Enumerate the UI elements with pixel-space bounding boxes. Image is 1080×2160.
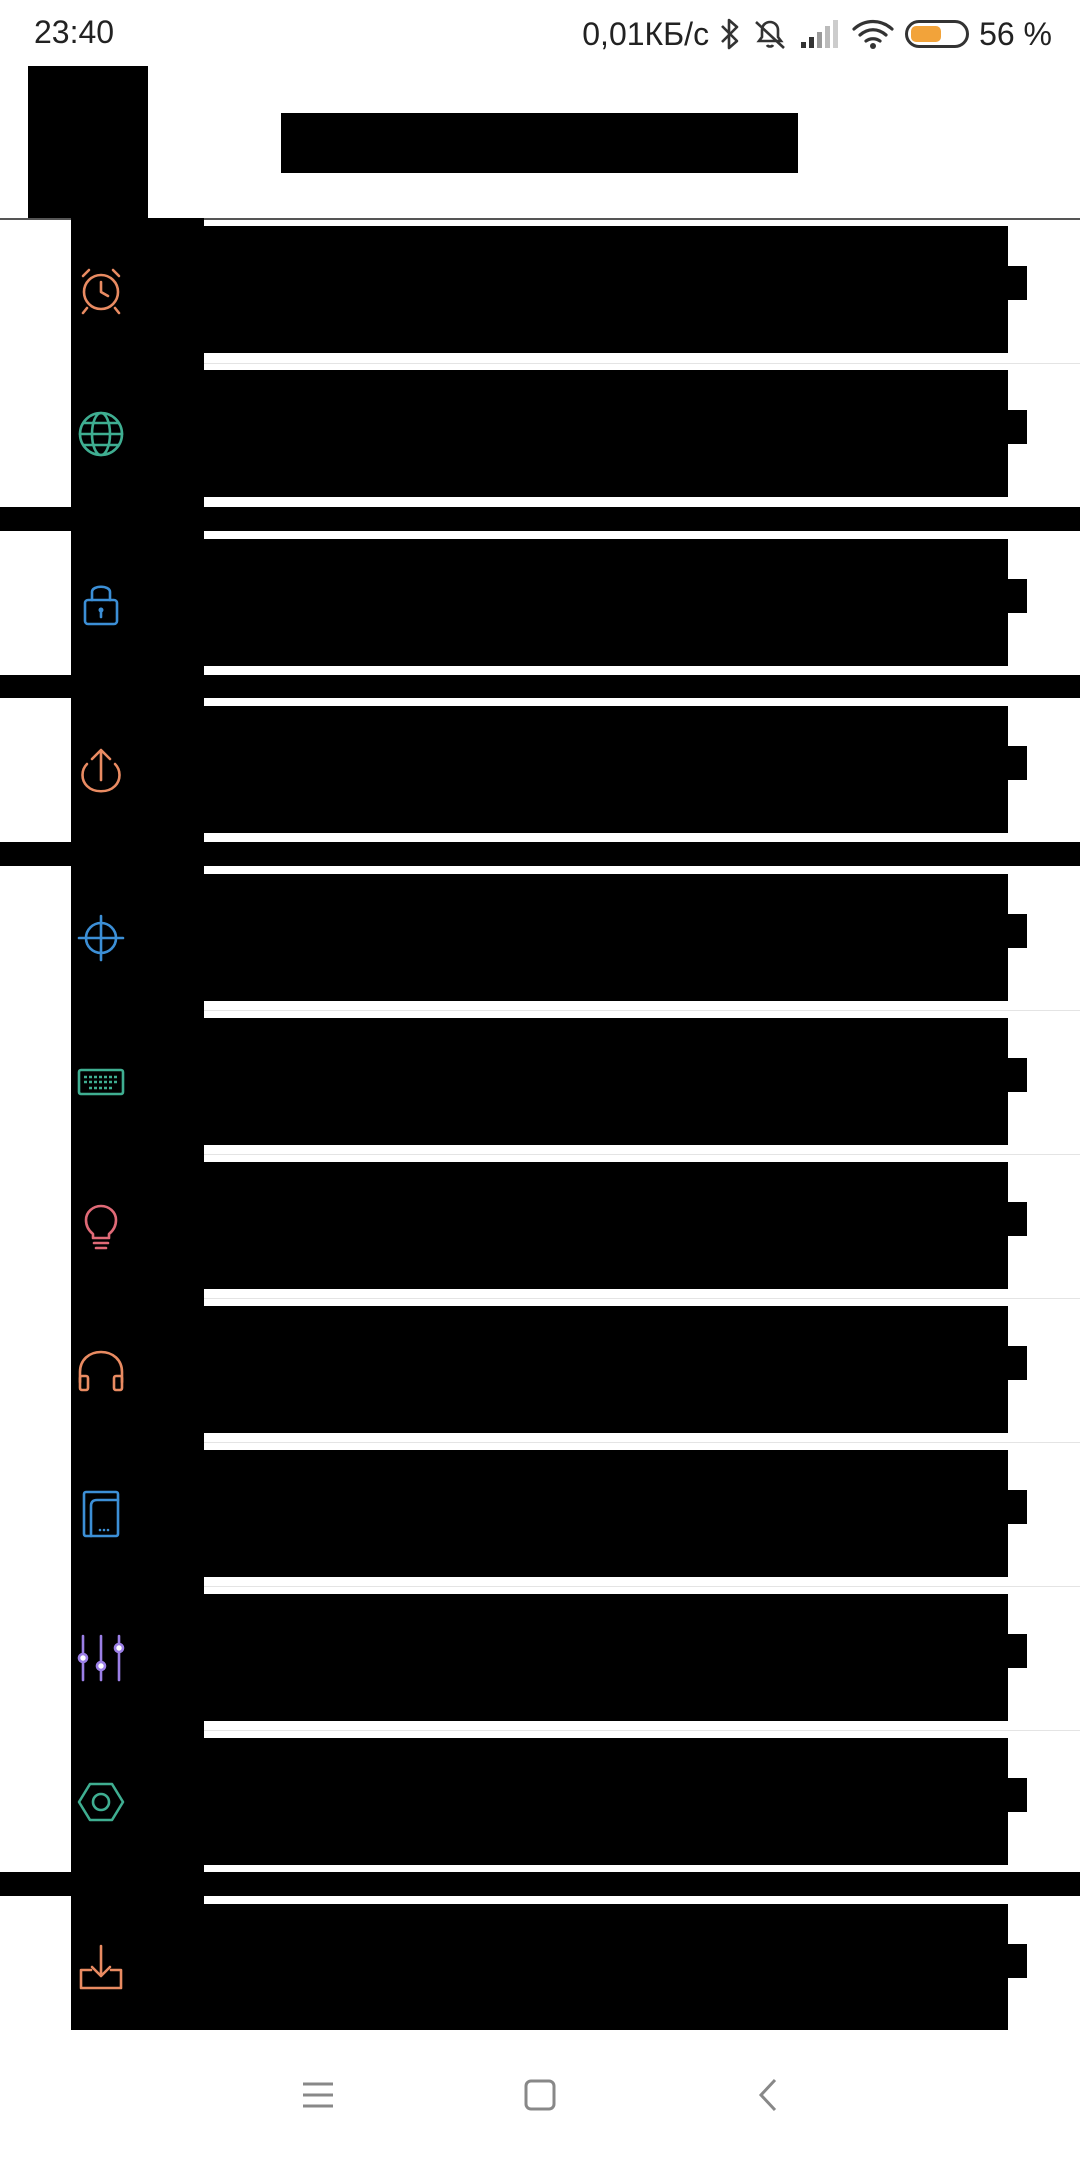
settings-row-label xyxy=(204,370,1008,497)
chevron-right-icon xyxy=(1000,746,1027,780)
settings-row-lock[interactable] xyxy=(0,531,1080,675)
status-time: 23:40 xyxy=(34,14,115,50)
chevron-right-icon xyxy=(1000,1490,1027,1524)
settings-row-label xyxy=(204,1450,1008,1577)
settings-row-location[interactable] xyxy=(0,866,1080,1010)
settings-row-label xyxy=(204,1738,1008,1865)
chevron-right-icon xyxy=(1000,1944,1027,1978)
row-divider xyxy=(204,1442,1080,1443)
signal-icon xyxy=(799,18,841,50)
upload-icon xyxy=(71,740,131,800)
settings-row-label xyxy=(204,1018,1008,1145)
chevron-right-icon xyxy=(1000,1634,1027,1668)
chevron-right-icon xyxy=(1000,579,1027,613)
row-divider xyxy=(204,1730,1080,1731)
settings-row-audio[interactable] xyxy=(0,1298,1080,1442)
row-divider xyxy=(204,1586,1080,1587)
globe-icon xyxy=(71,404,131,464)
status-bar: 23:40 0,01КБ/с 56 % xyxy=(0,0,1080,66)
settings-row-alarm[interactable] xyxy=(0,218,1080,362)
sliders-icon xyxy=(71,1628,131,1688)
alarm-off-icon xyxy=(751,17,789,51)
battery-percent: 56 % xyxy=(979,15,1052,52)
section-separator xyxy=(0,675,1080,698)
battery-fill xyxy=(911,26,942,42)
chevron-right-icon xyxy=(1000,1058,1027,1092)
settings-row-label xyxy=(204,226,1008,353)
section-separator xyxy=(0,1872,1080,1896)
navigation-bar xyxy=(0,2030,1080,2160)
row-divider xyxy=(204,1010,1080,1011)
settings-row-label xyxy=(204,1904,1008,2031)
row-divider xyxy=(204,1298,1080,1299)
chevron-right-icon xyxy=(1000,1202,1027,1236)
settings-row-label xyxy=(204,1306,1008,1433)
settings-row-upload[interactable] xyxy=(0,698,1080,842)
section-separator xyxy=(0,842,1080,866)
battery-icon xyxy=(905,20,970,48)
settings-row-keyboard[interactable] xyxy=(0,1010,1080,1154)
settings-row-label xyxy=(204,874,1008,1001)
back-button[interactable] xyxy=(28,66,148,218)
download-icon xyxy=(71,1938,131,1998)
row-divider xyxy=(204,363,1080,364)
back-nav-button[interactable] xyxy=(738,2070,798,2120)
home-button[interactable] xyxy=(510,2070,570,2120)
settings-row-label xyxy=(204,706,1008,833)
chevron-right-icon xyxy=(1000,1778,1027,1812)
status-right: 0,01КБ/с 56 % xyxy=(582,12,1052,56)
chevron-right-icon xyxy=(1000,914,1027,948)
settings-row-label xyxy=(204,1594,1008,1721)
headphones-icon xyxy=(71,1340,131,1400)
bluetooth-icon xyxy=(719,17,741,51)
settings-row-label xyxy=(204,539,1008,666)
settings-row-advanced[interactable] xyxy=(0,1730,1080,1874)
settings-row-tablet[interactable] xyxy=(0,1442,1080,1586)
keyboard-icon xyxy=(71,1052,131,1112)
row-divider xyxy=(204,1154,1080,1155)
back-chevron-icon xyxy=(758,2078,777,2112)
settings-row-label xyxy=(204,1162,1008,1289)
chevron-right-icon xyxy=(1000,410,1027,444)
crosshair-icon xyxy=(71,908,131,968)
hexagon-nut-icon xyxy=(71,1772,131,1832)
lock-icon xyxy=(71,573,131,633)
tablet-icon xyxy=(71,1484,131,1544)
wifi-icon xyxy=(851,18,895,50)
home-square-icon xyxy=(524,2079,556,2111)
lightbulb-icon xyxy=(71,1196,131,1256)
section-separator xyxy=(0,507,1080,531)
alarm-clock-icon xyxy=(71,260,131,320)
settings-row-download[interactable] xyxy=(0,1896,1080,2040)
network-speed: 0,01КБ/с xyxy=(582,15,710,52)
menu-icon xyxy=(303,2082,333,2108)
chevron-right-icon xyxy=(1000,266,1027,300)
menu-button[interactable] xyxy=(288,2070,348,2120)
page-title xyxy=(281,113,798,173)
chevron-right-icon xyxy=(1000,1346,1027,1380)
settings-row-equalizer[interactable] xyxy=(0,1586,1080,1730)
settings-row-tips[interactable] xyxy=(0,1154,1080,1298)
settings-row-language[interactable] xyxy=(0,362,1080,506)
